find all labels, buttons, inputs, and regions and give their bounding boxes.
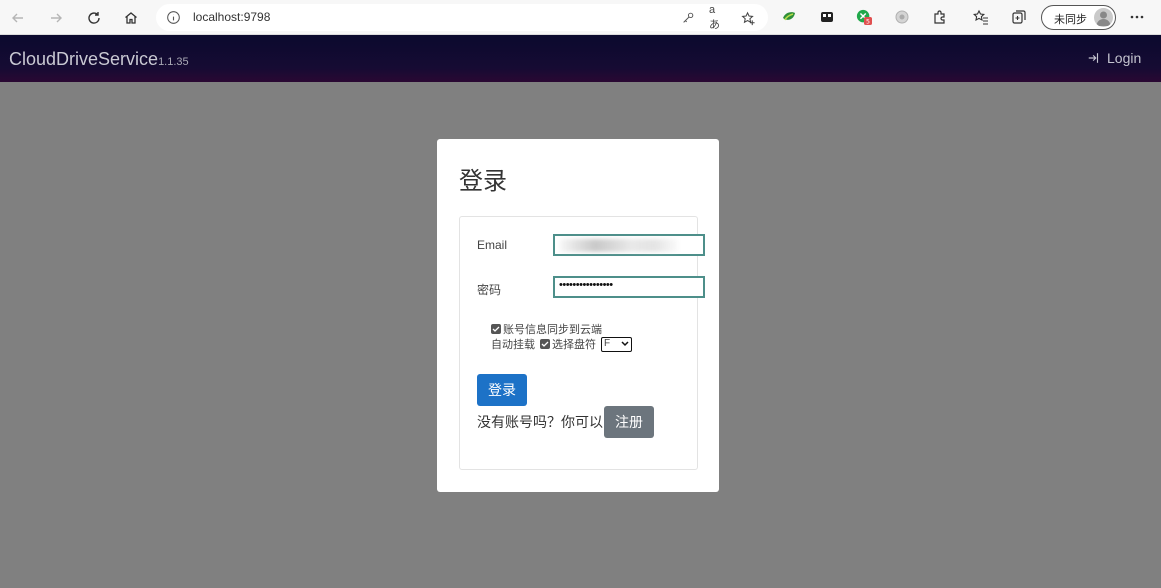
info-icon[interactable]	[166, 10, 181, 25]
profile-sync-button[interactable]: 未同步	[1041, 5, 1116, 30]
read-aloud-glyph: aあ	[709, 4, 720, 31]
login-card: 登录 Email 密码 •••••••••••••••• 账号信息同步到云端 自…	[437, 139, 719, 492]
brand-name: CloudDriveService	[9, 49, 159, 69]
auto-mount-label: 自动挂载	[491, 339, 535, 351]
more-menu-icon[interactable]	[1129, 9, 1145, 25]
version-label: 1.1.35	[158, 56, 189, 68]
login-icon	[1088, 53, 1099, 63]
key-icon[interactable]	[680, 10, 696, 26]
sync-checkbox[interactable]	[491, 324, 501, 334]
forward-icon[interactable]	[44, 6, 68, 30]
login-link-label: Login	[1107, 50, 1142, 66]
extension-badge: 5	[866, 19, 870, 25]
password-label: 密码	[477, 283, 502, 297]
password-dots: ••••••••••••••••	[559, 279, 613, 291]
refresh-icon[interactable]	[82, 6, 106, 30]
home-icon[interactable]	[119, 6, 143, 30]
sync-option: 账号信息同步到云端	[491, 321, 602, 337]
mount-options: 自动挂载 选择盘符 F	[491, 336, 632, 352]
extensions-puzzle-icon[interactable]	[932, 9, 948, 25]
url-text[interactable]: localhost:9798	[193, 10, 270, 24]
app-navbar: CloudDriveService1.1.35 Login	[0, 35, 1161, 82]
chevron-down-icon	[621, 340, 629, 346]
redacted-email	[560, 239, 678, 252]
drive-letter-value: F	[604, 337, 611, 349]
extension-gray-icon[interactable]	[894, 9, 910, 25]
sync-status-label: 未同步	[1054, 14, 1087, 26]
favorites-icon[interactable]	[973, 9, 989, 25]
address-bar[interactable]: localhost:9798 aあ	[156, 4, 768, 31]
register-button[interactable]: 注册	[604, 406, 654, 438]
login-button[interactable]: 登录	[477, 374, 527, 406]
drive-letter-select[interactable]: F	[601, 336, 632, 352]
login-form: Email 密码 •••••••••••••••• 账号信息同步到云端 自动挂载…	[459, 216, 705, 470]
browser-toolbar: localhost:9798 aあ 5 未同步	[0, 0, 1161, 35]
select-drive-label: 选择盘符	[552, 339, 596, 351]
brand[interactable]: CloudDriveService1.1.35	[9, 49, 189, 70]
login-link[interactable]: Login	[1087, 50, 1141, 66]
extension-x-icon[interactable]: 5	[856, 9, 872, 25]
extension-green-icon[interactable]	[781, 9, 797, 25]
drive-checkbox[interactable]	[540, 339, 550, 349]
avatar	[1094, 8, 1113, 27]
password-field[interactable]: ••••••••••••••••	[553, 276, 705, 298]
card-title: 登录	[459, 168, 507, 195]
email-label: Email	[477, 238, 508, 252]
favorite-add-icon[interactable]	[740, 10, 756, 26]
back-icon[interactable]	[6, 6, 30, 30]
email-field[interactable]	[553, 234, 705, 256]
extension-tasks-icon[interactable]	[819, 9, 835, 25]
read-aloud-icon[interactable]: aあ	[709, 4, 725, 31]
register-prompt: 没有账号吗？你可以	[477, 414, 603, 430]
sync-option-label: 账号信息同步到云端	[503, 324, 602, 336]
collections-icon[interactable]	[1011, 9, 1027, 25]
